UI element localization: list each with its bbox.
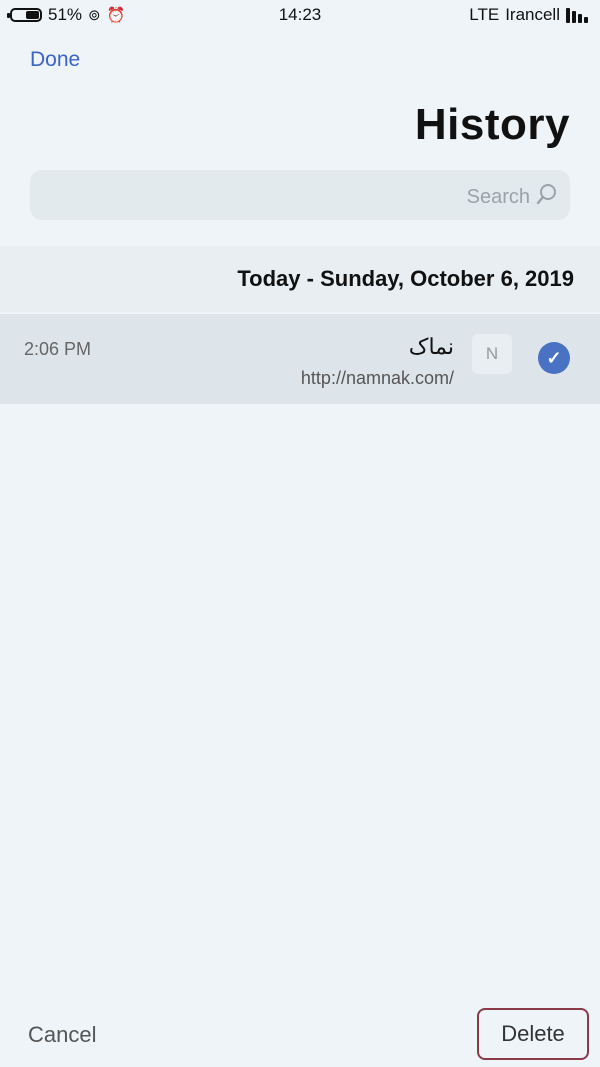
history-row[interactable]: 2:06 PM نماک http://namnak.com/ N ✓: [0, 314, 600, 404]
bottom-toolbar: Cancel Delete: [0, 1000, 600, 1067]
history-row-time: 2:06 PM: [24, 339, 92, 359]
section-header-label: Today - Sunday, October 6, 2019: [237, 266, 574, 291]
done-button[interactable]: Done: [30, 48, 80, 72]
page-title: History: [414, 100, 570, 149]
status-bar: 51% ⊚ ⏰ 14:23 LTE Irancell: [0, 0, 600, 30]
carrier-name: Irancell: [505, 5, 560, 24]
history-row-title: نماک: [408, 334, 454, 359]
history-row-url: http://namnak.com/: [300, 368, 454, 388]
status-bar-right: LTE Irancell: [469, 5, 588, 25]
network-type: LTE: [469, 5, 500, 24]
site-favicon: N: [472, 334, 512, 374]
signal-icon: [566, 7, 588, 23]
delete-button[interactable]: Delete: [477, 1008, 589, 1060]
section-header: Today - Sunday, October 6, 2019: [0, 246, 600, 312]
checkmark-icon[interactable]: ✓: [538, 342, 570, 374]
search-icon: [536, 183, 558, 211]
search-bar[interactable]: [30, 170, 570, 220]
search-input[interactable]: [440, 185, 530, 209]
cancel-button[interactable]: Cancel: [28, 1022, 96, 1048]
